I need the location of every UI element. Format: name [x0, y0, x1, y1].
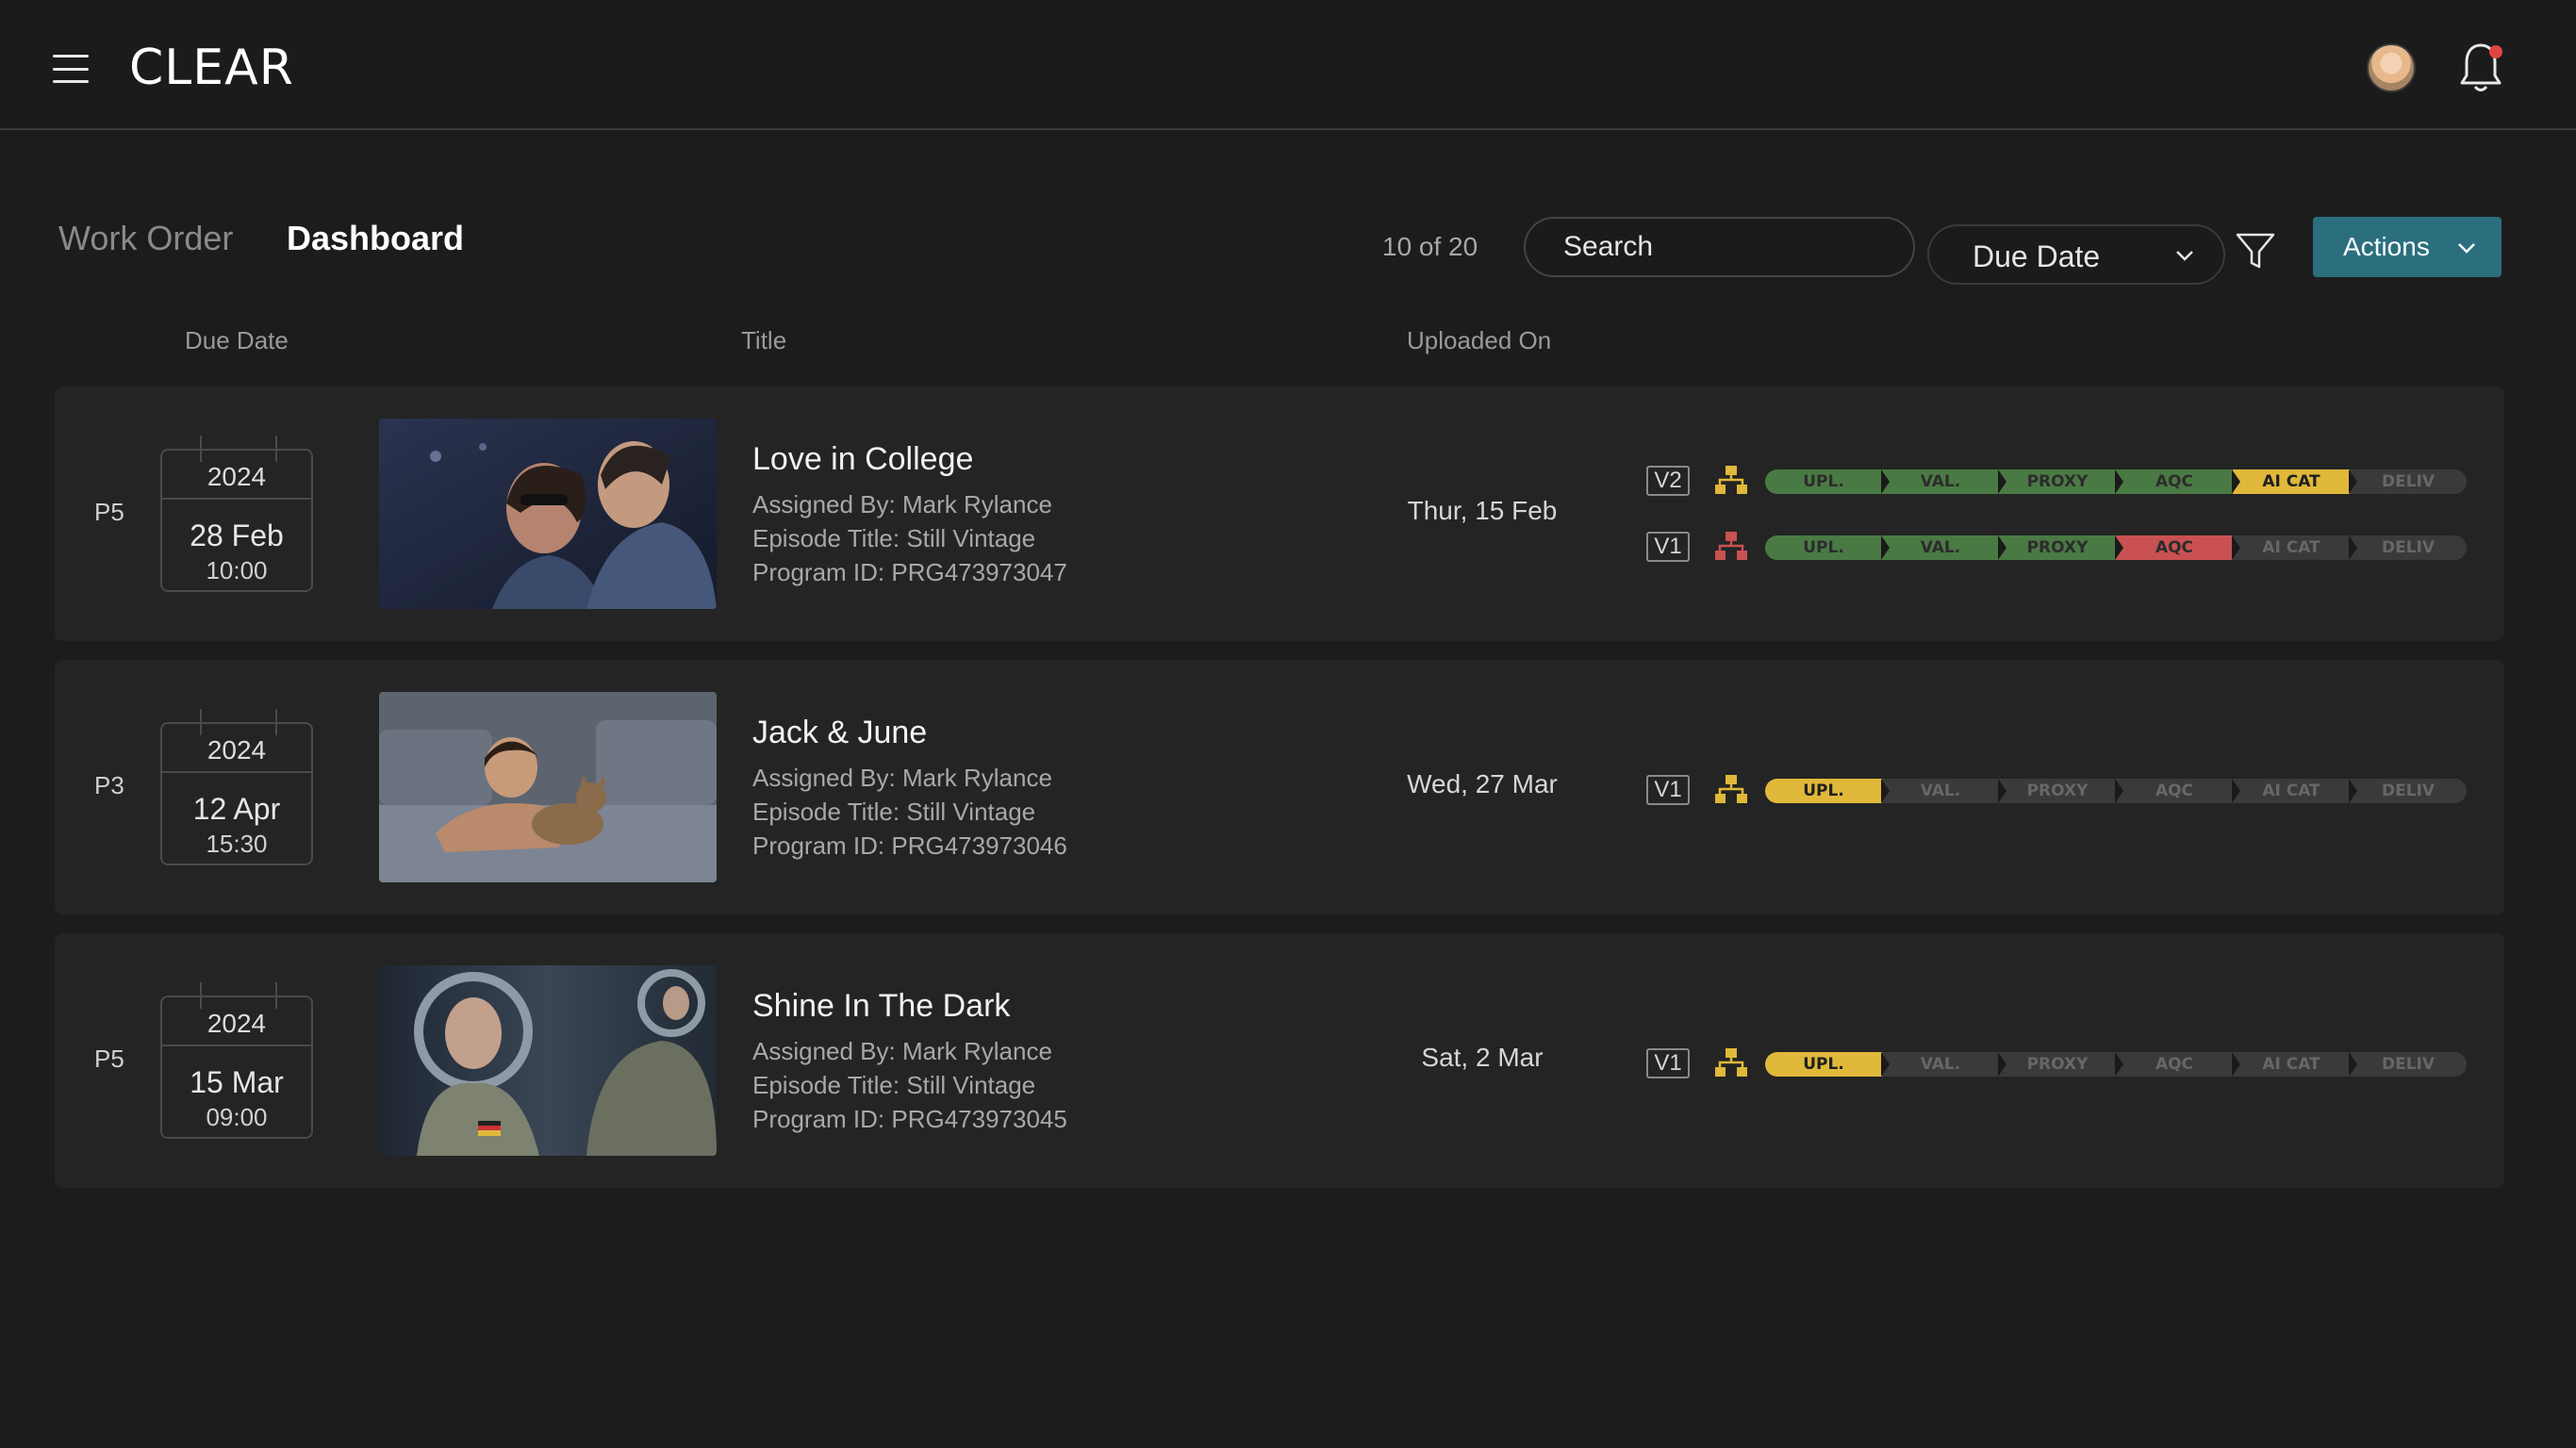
work-order-title[interactable]: Love in College — [752, 441, 973, 478]
uploaded-on: Sat, 2 Mar — [1421, 1043, 1544, 1072]
column-header-title[interactable]: Title — [741, 326, 786, 355]
actions-label: Actions — [2343, 232, 2430, 261]
search-input[interactable] — [1524, 217, 1915, 277]
chevron-down-icon — [2458, 243, 2475, 254]
pipeline-status-bar[interactable]: UPL. VAL. PROXY AQC AI CAT DELIV — [1765, 469, 2467, 494]
hierarchy-icon[interactable] — [1714, 773, 1748, 805]
work-order-title[interactable]: Jack & June — [752, 715, 927, 751]
assigned-by: Assigned By: Mark Rylance — [752, 764, 1052, 792]
stage-validation: VAL. — [1882, 779, 2006, 803]
column-header-due-date[interactable]: Due Date — [185, 326, 289, 355]
due-year: 2024 — [206, 735, 267, 765]
stage-aqc: AQC — [2116, 469, 2240, 494]
work-order-card[interactable]: P3 2024 12 Apr 15:30 Jack & June Assigne… — [55, 660, 2504, 914]
hierarchy-icon[interactable] — [1714, 1046, 1748, 1078]
stage-ai-cat: AI CAT — [2233, 469, 2357, 494]
thumbnail-image[interactable] — [379, 419, 717, 609]
uploaded-on: Wed, 27 Mar — [1407, 769, 1558, 798]
due-time: 15:30 — [206, 830, 268, 858]
actions-button[interactable]: Actions — [2313, 217, 2502, 277]
program-id: Program ID: PRG473973047 — [752, 558, 1067, 586]
due-day: 15 Mar — [190, 1065, 284, 1099]
stage-ai-cat: AI CAT — [2233, 779, 2357, 803]
stage-delivery: DELIV — [2350, 535, 2467, 560]
program-id: Program ID: PRG473973046 — [752, 831, 1067, 860]
filter-icon[interactable] — [2235, 230, 2276, 272]
tab-dashboard[interactable]: Dashboard — [287, 219, 464, 258]
work-order-card[interactable]: P5 2024 15 Mar 09:00 Shine In The Dark A… — [55, 933, 2504, 1188]
work-order-title[interactable]: Shine In The Dark — [752, 988, 1010, 1025]
app-logo[interactable]: CLEAR — [129, 40, 294, 96]
due-day: 12 Apr — [192, 792, 281, 826]
priority-label: P5 — [94, 498, 124, 526]
stage-aqc: AQC — [2116, 779, 2240, 803]
due-date-calendar: 2024 28 Feb 10:00 — [160, 436, 313, 592]
stage-ai-cat: AI CAT — [2233, 1052, 2357, 1077]
tab-work-order[interactable]: Work Order — [58, 219, 233, 258]
program-id: Program ID: PRG473973045 — [752, 1105, 1067, 1133]
pipeline-status-bar[interactable]: UPL. VAL. PROXY AQC AI CAT DELIV — [1765, 1052, 2467, 1077]
stage-proxy: PROXY — [1999, 1052, 2123, 1077]
version-badge[interactable]: V2 — [1646, 466, 1690, 496]
hamburger-menu-icon[interactable] — [53, 55, 89, 83]
pipeline-status-bar[interactable]: UPL. VAL. PROXY AQC AI CAT DELIV — [1765, 535, 2467, 560]
episode-title: Episode Title: Still Vintage — [752, 524, 1036, 552]
thumbnail-image[interactable] — [379, 692, 717, 882]
stage-upload: UPL. — [1765, 469, 1890, 494]
stage-proxy: PROXY — [1999, 535, 2123, 560]
column-header-uploaded-on[interactable]: Uploaded On — [1407, 326, 1551, 355]
episode-title: Episode Title: Still Vintage — [752, 798, 1036, 826]
due-year: 2024 — [206, 1009, 267, 1038]
due-year: 2024 — [206, 462, 267, 491]
due-day: 28 Feb — [190, 518, 284, 552]
due-date-calendar: 2024 15 Mar 09:00 — [160, 982, 313, 1139]
stage-ai-cat: AI CAT — [2233, 535, 2357, 560]
sort-selected-label: Due Date — [1973, 239, 2101, 273]
version-badge[interactable]: V1 — [1646, 1048, 1690, 1078]
stage-delivery: DELIV — [2350, 779, 2467, 803]
assigned-by: Assigned By: Mark Rylance — [752, 490, 1052, 518]
notification-dot — [2489, 45, 2502, 58]
result-count: 10 of 20 — [1382, 232, 1478, 261]
stage-proxy: PROXY — [1999, 779, 2123, 803]
due-time: 09:00 — [206, 1103, 268, 1131]
hierarchy-icon[interactable] — [1714, 464, 1748, 496]
stage-upload: UPL. — [1765, 779, 1890, 803]
work-order-card[interactable]: P5 2024 28 Feb 10:00 Love in College Ass… — [55, 387, 2504, 641]
due-date-calendar: 2024 12 Apr 15:30 — [160, 709, 313, 865]
version-badge[interactable]: V1 — [1646, 775, 1690, 805]
hierarchy-icon[interactable] — [1714, 530, 1748, 562]
stage-aqc: AQC — [2116, 1052, 2240, 1077]
stage-delivery: DELIV — [2350, 1052, 2467, 1077]
stage-validation: VAL. — [1882, 469, 2006, 494]
sort-dropdown[interactable]: Due Date — [1927, 224, 2225, 285]
pipeline-status-bar[interactable]: UPL. VAL. PROXY AQC AI CAT DELIV — [1765, 779, 2467, 803]
stage-upload: UPL. — [1765, 535, 1890, 560]
top-bar: CLEAR — [0, 0, 2576, 130]
due-time: 10:00 — [206, 556, 268, 584]
assigned-by: Assigned By: Mark Rylance — [752, 1037, 1052, 1065]
stage-proxy: PROXY — [1999, 469, 2123, 494]
stage-aqc: AQC — [2116, 535, 2240, 560]
priority-label: P3 — [94, 771, 124, 799]
user-avatar[interactable] — [2367, 43, 2416, 92]
stage-validation: VAL. — [1882, 1052, 2006, 1077]
stage-upload: UPL. — [1765, 1052, 1890, 1077]
chevron-down-icon — [2176, 251, 2193, 261]
priority-label: P5 — [94, 1045, 124, 1073]
stage-delivery: DELIV — [2350, 469, 2467, 494]
thumbnail-image[interactable] — [379, 965, 717, 1156]
uploaded-on: Thur, 15 Feb — [1407, 496, 1558, 525]
stage-validation: VAL. — [1882, 535, 2006, 560]
version-badge[interactable]: V1 — [1646, 532, 1690, 562]
episode-title: Episode Title: Still Vintage — [752, 1071, 1036, 1099]
